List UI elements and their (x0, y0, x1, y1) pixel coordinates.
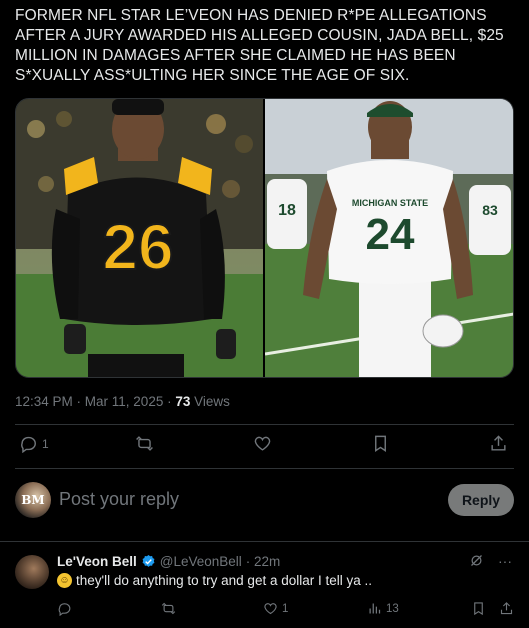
post-actions: 1 (15, 434, 514, 460)
post-text: FORMER NFL STAR LE’VEON HAS DENIED R*PE … (15, 7, 504, 84)
repost-action[interactable] (135, 434, 158, 453)
bookmark-icon (474, 602, 483, 616)
post-timestamp[interactable]: 12:34 PM · Mar 11, 2025 (15, 394, 163, 409)
comment-top-icons: ··· (469, 553, 512, 569)
reply-composer: BM Post your reply Reply (15, 482, 514, 522)
commenter-handle[interactable]: @LeVeonBell (160, 554, 242, 569)
views-label: Views (194, 394, 230, 409)
photo-steelers-player[interactable]: 26 (16, 99, 263, 377)
bg-number-18: 18 (278, 202, 296, 219)
views-count: 73 (175, 394, 191, 409)
comment-views-count: 13 (386, 602, 399, 615)
repost-icon (136, 436, 153, 451)
post-media[interactable]: 26 18 83 MICHIGAN STATE 24 (15, 98, 514, 378)
jersey-number-24: 24 (366, 210, 415, 259)
divider-top (15, 424, 514, 425)
bookmark-icon (375, 435, 386, 452)
heart-icon (254, 436, 271, 451)
reply-icon (21, 436, 36, 453)
comment-reply-action[interactable] (57, 601, 72, 616)
laughing-emoji-icon: ☺ (57, 573, 72, 588)
avatar[interactable]: BM (15, 482, 51, 518)
comment-bookmark-action[interactable] (471, 601, 486, 616)
michigan-state-player-illustration: 18 83 MICHIGAN STATE 24 (265, 99, 513, 377)
verified-badge-icon (142, 554, 155, 567)
views-chart-icon (369, 603, 381, 614)
steelers-player-illustration: 26 (16, 99, 263, 377)
commenter-name[interactable]: Le'Veon Bell (57, 554, 137, 569)
repost-icon (161, 602, 176, 615)
reply-input[interactable]: Post your reply (59, 489, 179, 510)
share-icon (500, 602, 513, 615)
more-options-icon[interactable]: ··· (498, 553, 512, 569)
divider-middle (15, 468, 514, 469)
share-action[interactable] (489, 434, 508, 453)
comment-views-action[interactable]: 13 (367, 601, 399, 616)
share-icon (491, 435, 506, 451)
reply-icon (58, 603, 71, 616)
reply-button[interactable]: Reply (448, 484, 514, 516)
bg-number-83: 83 (482, 202, 498, 218)
post-meta: 12:34 PM · Mar 11, 2025 · 73 Views (15, 394, 230, 409)
heart-icon (264, 603, 277, 615)
commenter-avatar[interactable] (15, 555, 49, 589)
comment-body: ☺ they'll do anything to try and get a d… (57, 573, 372, 588)
bookmark-action[interactable] (371, 434, 394, 453)
comment-share-action[interactable] (499, 601, 514, 616)
photo-michigan-state-player[interactable]: 18 83 MICHIGAN STATE 24 (265, 99, 513, 377)
divider-bottom (0, 541, 529, 542)
comment-actions: 1 13 (57, 601, 513, 619)
jersey-number-26: 26 (102, 211, 173, 283)
comment-text: they'll do anything to try and get a dol… (76, 573, 372, 588)
grok-icon[interactable] (469, 553, 484, 568)
comment-like-count: 1 (282, 602, 289, 615)
comment-time[interactable]: · 22m (246, 554, 281, 569)
reply-action[interactable]: 1 (19, 434, 49, 453)
comment-like-action[interactable]: 1 (263, 601, 288, 616)
comment-header: Le'Veon Bell @LeVeonBell · 22m (57, 554, 280, 569)
comment-repost-action[interactable] (161, 601, 176, 616)
jersey-team-text: MICHIGAN STATE (352, 198, 428, 208)
like-action[interactable] (253, 434, 276, 453)
reply-count: 1 (42, 436, 49, 451)
comment-item[interactable]: Le'Veon Bell @LeVeonBell · 22m ··· ☺ the… (15, 551, 520, 621)
